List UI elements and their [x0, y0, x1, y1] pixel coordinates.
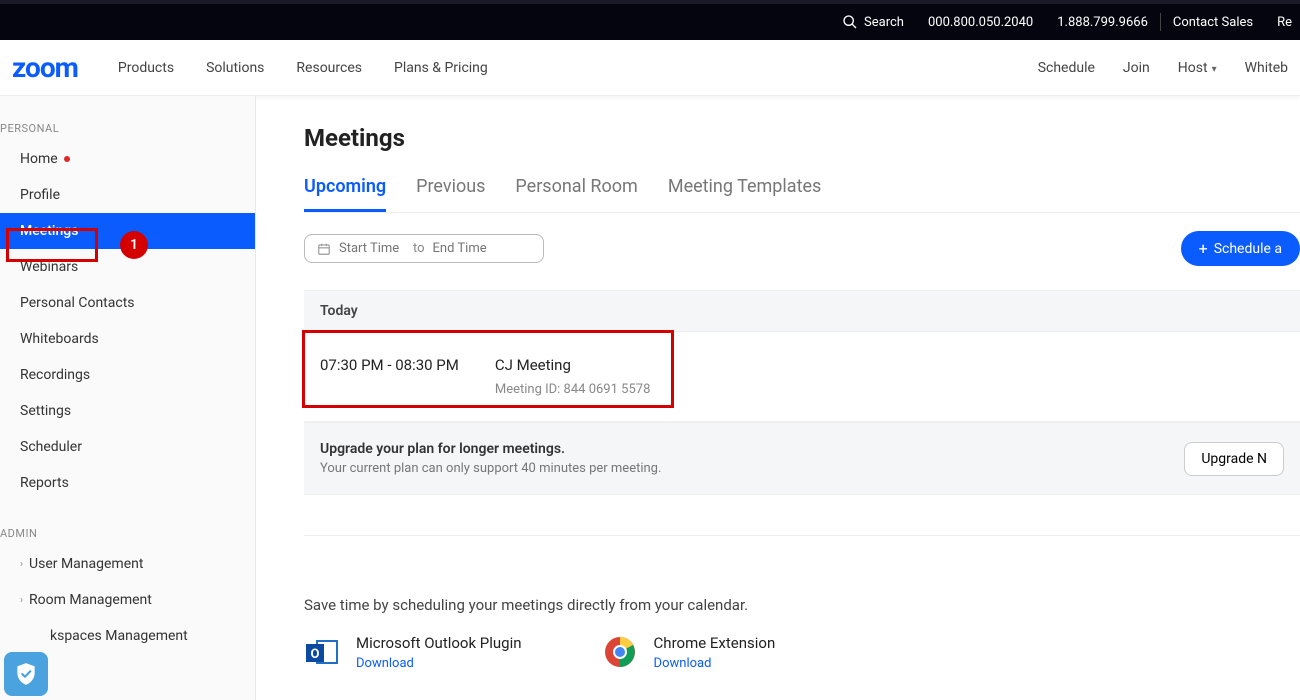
plus-icon: + [1199, 239, 1208, 258]
plugin-name: Chrome Extension [654, 634, 776, 652]
meeting-name: CJ Meeting [495, 356, 651, 374]
nav-schedule[interactable]: Schedule [1024, 60, 1109, 76]
nav-join[interactable]: Join [1109, 60, 1164, 76]
sidebar-item-scheduler[interactable]: Scheduler [0, 429, 255, 465]
sidebar-item-label: Whiteboards [20, 331, 99, 347]
sidebar: PERSONAL Home Profile Meetings Webinars … [0, 96, 256, 700]
shield-check-icon [13, 661, 39, 687]
calendar-section-heading: Save time by scheduling your meetings di… [304, 596, 1300, 614]
sidebar-item-label: Webinars [20, 259, 78, 275]
section-personal-label: PERSONAL [0, 114, 255, 141]
sidebar-item-whiteboards[interactable]: Whiteboards [0, 321, 255, 357]
date-range-picker[interactable]: to [304, 234, 544, 263]
tab-personal-room[interactable]: Personal Room [515, 176, 637, 212]
nav-whiteboards[interactable]: Whiteb [1231, 60, 1288, 76]
sidebar-item-label: kspaces Management [50, 628, 188, 644]
request-link[interactable]: Re [1265, 15, 1292, 30]
outlook-icon: O [304, 634, 340, 670]
sidebar-item-user-management[interactable]: › User Management [0, 546, 255, 582]
sidebar-item-settings[interactable]: Settings [0, 393, 255, 429]
tab-previous[interactable]: Previous [416, 176, 485, 212]
end-time-input[interactable] [433, 241, 499, 256]
svg-text:O: O [311, 647, 320, 662]
sidebar-item-personal-contacts[interactable]: Personal Contacts [0, 285, 255, 321]
main-content: Meetings Upcoming Previous Personal Room… [256, 96, 1300, 700]
security-shield-badge[interactable] [4, 652, 48, 696]
outlook-plugin-item: O Microsoft Outlook Plugin Download [304, 634, 522, 671]
upgrade-now-button[interactable]: Upgrade N [1184, 442, 1284, 476]
zoom-logo[interactable]: zoom [12, 51, 78, 84]
chevron-down-icon: ▾ [1212, 64, 1217, 75]
tab-upcoming[interactable]: Upcoming [304, 176, 386, 212]
schedule-meeting-button[interactable]: + Schedule a [1181, 231, 1300, 266]
sidebar-item-home[interactable]: Home [0, 141, 255, 177]
download-link[interactable]: Download [654, 656, 776, 671]
nav-products[interactable]: Products [102, 60, 190, 76]
sidebar-item-label: Reports [20, 475, 69, 491]
sidebar-item-label: Room Management [29, 592, 152, 608]
phone-number-2[interactable]: 1.888.799.9666 [1045, 15, 1160, 30]
start-time-input[interactable] [339, 241, 405, 256]
plugin-name: Microsoft Outlook Plugin [356, 634, 522, 652]
notification-dot-icon [64, 156, 70, 162]
sidebar-item-label: Personal Contacts [20, 295, 135, 311]
sidebar-item-reports[interactable]: Reports [0, 465, 255, 501]
sidebar-item-workspaces-management[interactable]: kspaces Management [0, 618, 255, 654]
section-admin-label: ADMIN [0, 519, 255, 546]
sidebar-item-room-management[interactable]: › Room Management [0, 582, 255, 618]
sidebar-item-label: Meetings [20, 223, 78, 239]
sidebar-item-label: Scheduler [20, 439, 82, 455]
meeting-id: Meeting ID: 844 0691 5578 [495, 382, 651, 397]
chevron-right-icon: › [20, 559, 23, 570]
tab-meeting-templates[interactable]: Meeting Templates [668, 176, 821, 212]
chrome-extension-item: Chrome Extension Download [602, 634, 776, 671]
nav-solutions[interactable]: Solutions [190, 60, 280, 76]
to-label: to [413, 241, 425, 256]
sidebar-item-label: Recordings [20, 367, 90, 383]
upgrade-subtitle: Your current plan can only support 40 mi… [320, 461, 661, 476]
calendar-plugins-section: Save time by scheduling your meetings di… [304, 535, 1300, 671]
utility-bar: Search 000.800.050.2040 1.888.799.9666 C… [0, 0, 1300, 40]
sidebar-item-label: Settings [20, 403, 71, 419]
nav-resources[interactable]: Resources [280, 60, 378, 76]
chevron-right-icon: › [20, 595, 23, 606]
sidebar-item-recordings[interactable]: Recordings [0, 357, 255, 393]
contact-sales-link[interactable]: Contact Sales [1161, 15, 1265, 30]
chrome-icon [602, 634, 638, 670]
sidebar-item-webinars[interactable]: Webinars [0, 249, 255, 285]
main-nav: zoom Products Solutions Resources Plans … [0, 40, 1300, 96]
phone-number-1[interactable]: 000.800.050.2040 [916, 15, 1045, 30]
upgrade-title: Upgrade your plan for longer meetings. [320, 441, 661, 457]
meeting-row[interactable]: 07:30 PM - 08:30 PM CJ Meeting Meeting I… [304, 332, 1300, 422]
calendar-icon [317, 242, 331, 256]
search-label: Search [864, 15, 904, 30]
download-link[interactable]: Download [356, 656, 522, 671]
tabs: Upcoming Previous Personal Room Meeting … [304, 176, 1300, 213]
sidebar-item-meetings[interactable]: Meetings [0, 213, 255, 249]
nav-host[interactable]: Host ▾ [1164, 60, 1231, 76]
nav-host-label: Host [1178, 60, 1208, 76]
sidebar-item-label: Home [20, 151, 58, 167]
sidebar-item-label: Profile [20, 187, 60, 203]
filter-row: to + Schedule a [304, 231, 1300, 266]
meeting-time: 07:30 PM - 08:30 PM [320, 356, 459, 397]
sidebar-item-label: User Management [29, 556, 143, 572]
page-title: Meetings [304, 124, 1300, 152]
day-header: Today [304, 290, 1300, 332]
upgrade-banner: Upgrade your plan for longer meetings. Y… [304, 422, 1300, 495]
search-link[interactable]: Search [830, 14, 916, 30]
nav-plans-pricing[interactable]: Plans & Pricing [378, 60, 504, 76]
sidebar-item-profile[interactable]: Profile [0, 177, 255, 213]
schedule-button-label: Schedule a [1214, 241, 1282, 257]
search-icon [842, 14, 858, 30]
